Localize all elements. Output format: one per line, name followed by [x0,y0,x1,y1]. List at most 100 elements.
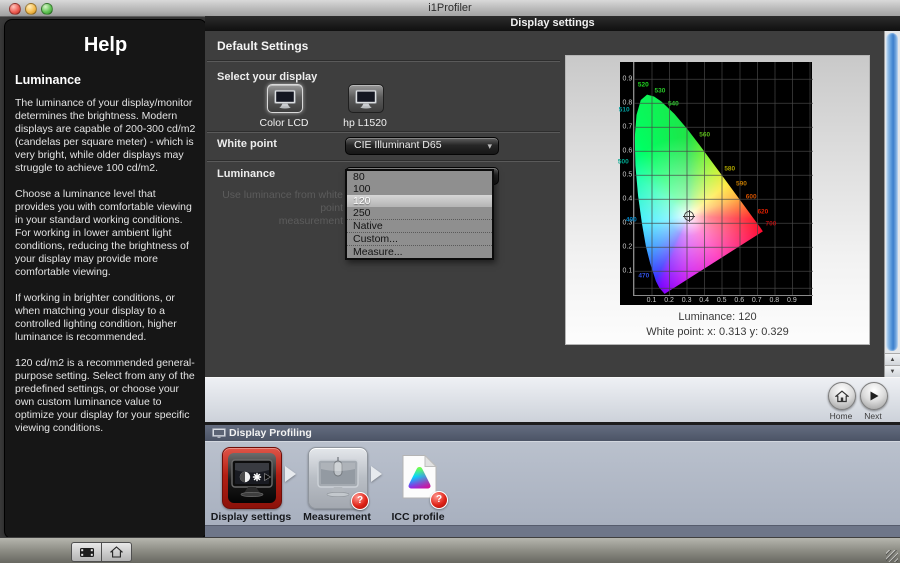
x-tick: 0.2 [664,297,674,304]
hint-line: measurement [279,215,343,227]
menu-item-80[interactable]: 80 [347,171,492,183]
wavelength-label: 490 [626,217,637,224]
use-luminance-hint: Use luminance from white point measureme… [207,189,343,228]
divider [207,61,560,62]
y-tick: 0.7 [622,123,632,130]
wavelength-label: 500 [618,159,629,166]
x-tick: 0.3 [682,297,692,304]
luminance-menu: 80 100 120 250 Native Custom... Measure.… [345,169,494,260]
view-toggle-group [71,542,132,562]
luminance-label: Luminance [217,168,275,180]
display-button-hp-l1520[interactable] [348,84,384,113]
wavelength-label: 700 [765,220,776,227]
question-badge: ? [430,491,448,509]
help-paragraph: The luminance of your display/monitor de… [15,97,196,175]
scrollbar: ▲ ▼ [884,31,900,377]
help-panel: Help Luminance The luminance of your dis… [4,19,207,539]
monitor-icon [212,428,226,439]
workflow-step-measurement[interactable]: ? [308,447,368,509]
monitor-icon [273,89,297,109]
status-bar [0,537,900,563]
x-tick: 0.9 [787,297,797,304]
step-label-display-settings: Display settings [211,511,292,523]
x-tick: 0.1 [647,297,657,304]
y-tick: 0.8 [622,99,632,106]
help-section-title: Luminance [15,73,196,87]
page-header: Display settings [205,16,900,32]
display-name-label: hp L1520 [343,117,387,129]
plot-grid [634,62,813,295]
wavelength-label: 540 [668,100,679,107]
wavelength-label: 520 [638,82,649,89]
next-button[interactable] [860,382,888,410]
y-tick: 0.6 [622,147,632,154]
menu-item-100[interactable]: 100 [347,183,492,195]
next-button-label: Next [864,411,881,421]
menu-item-custom[interactable]: Custom... [347,233,492,246]
y-tick: 0.2 [622,244,632,251]
help-paragraph: Choose a luminance level that provides y… [15,188,196,279]
white-point-dropdown[interactable]: CIE Illuminant D65 ▾ [345,137,499,155]
window-title: i1Profiler [0,2,900,14]
app-window: i1Profiler Help Luminance The luminance … [0,0,900,563]
display-settings-icon [228,453,276,503]
chevron-down-icon: ▾ [487,139,492,154]
titlebar: i1Profiler [0,0,900,17]
home-icon [835,390,849,403]
wavelength-label: 600 [746,194,757,201]
hint-line: Use luminance from white point [222,189,343,214]
home-view-button[interactable] [101,542,132,562]
wavelength-label: 510 [619,106,630,113]
menu-item-120[interactable]: 120 [347,195,492,207]
wavelength-label: 620 [757,209,768,216]
workflow-step-icc-profile[interactable]: ? [391,447,446,507]
wavelength-label: 530 [655,88,666,95]
menu-item-native[interactable]: Native [347,220,492,233]
step-arrow-icon [371,466,382,482]
chromaticity-plot: 0.9 0.8 0.7 0.6 0.5 0.4 0.3 0.2 0.1 0.1 … [620,62,812,305]
step-arrow-icon [285,466,296,482]
settings-pane: Default Settings Select your display Col… [205,31,884,377]
workflow-header: Display Profiling [205,425,900,442]
play-icon [868,390,880,402]
x-tick: 0.6 [734,297,744,304]
scrollbar-thumb[interactable] [886,33,898,351]
chromaticity-card: 0.9 0.8 0.7 0.6 0.5 0.4 0.3 0.2 0.1 0.1 … [565,55,870,345]
white-point-value: CIE Illuminant D65 [354,138,442,153]
page-title: Display settings [205,16,900,31]
display-button-color-lcd[interactable] [267,84,303,113]
wavelength-label: 580 [724,166,735,173]
step-label-measurement: Measurement [303,511,371,523]
home-icon [110,546,123,558]
y-tick: 0.9 [622,75,632,82]
question-badge: ? [351,492,369,510]
step-label-icc-profile: ICC profile [391,511,444,523]
divider [207,132,560,133]
menu-item-250[interactable]: 250 [347,207,492,220]
monitor-icon [354,89,378,109]
x-tick: 0.5 [717,297,727,304]
help-title: Help [5,34,206,57]
home-button-label: Home [830,411,853,421]
help-paragraph: If working in brighter conditions, or wh… [15,292,196,344]
wavelength-label: 470 [638,273,649,280]
workflow-step-display-settings[interactable] [222,447,282,509]
workflow-steps: ? ? Display settings [205,441,900,525]
white-point-label: White point [217,138,277,150]
white-point-marker [684,211,694,221]
y-tick: 0.1 [622,268,632,275]
default-settings-heading: Default Settings [217,39,308,53]
wavelength-label: 560 [699,132,710,139]
x-tick: 0.8 [769,297,779,304]
home-button[interactable] [828,382,856,410]
fullscreen-icon [79,547,95,558]
y-tick: 0.5 [622,172,632,179]
wavelength-label: 590 [736,181,747,188]
luminance-caption: Luminance: 120 [565,311,870,323]
fullscreen-toggle-button[interactable] [71,542,101,562]
select-display-label: Select your display [217,71,317,83]
plot-area: 0.9 0.8 0.7 0.6 0.5 0.4 0.3 0.2 0.1 0.1 … [633,62,813,296]
resize-grip[interactable] [886,550,898,562]
display-name-label: Color LCD [259,117,308,129]
menu-item-measure[interactable]: Measure... [347,246,492,258]
